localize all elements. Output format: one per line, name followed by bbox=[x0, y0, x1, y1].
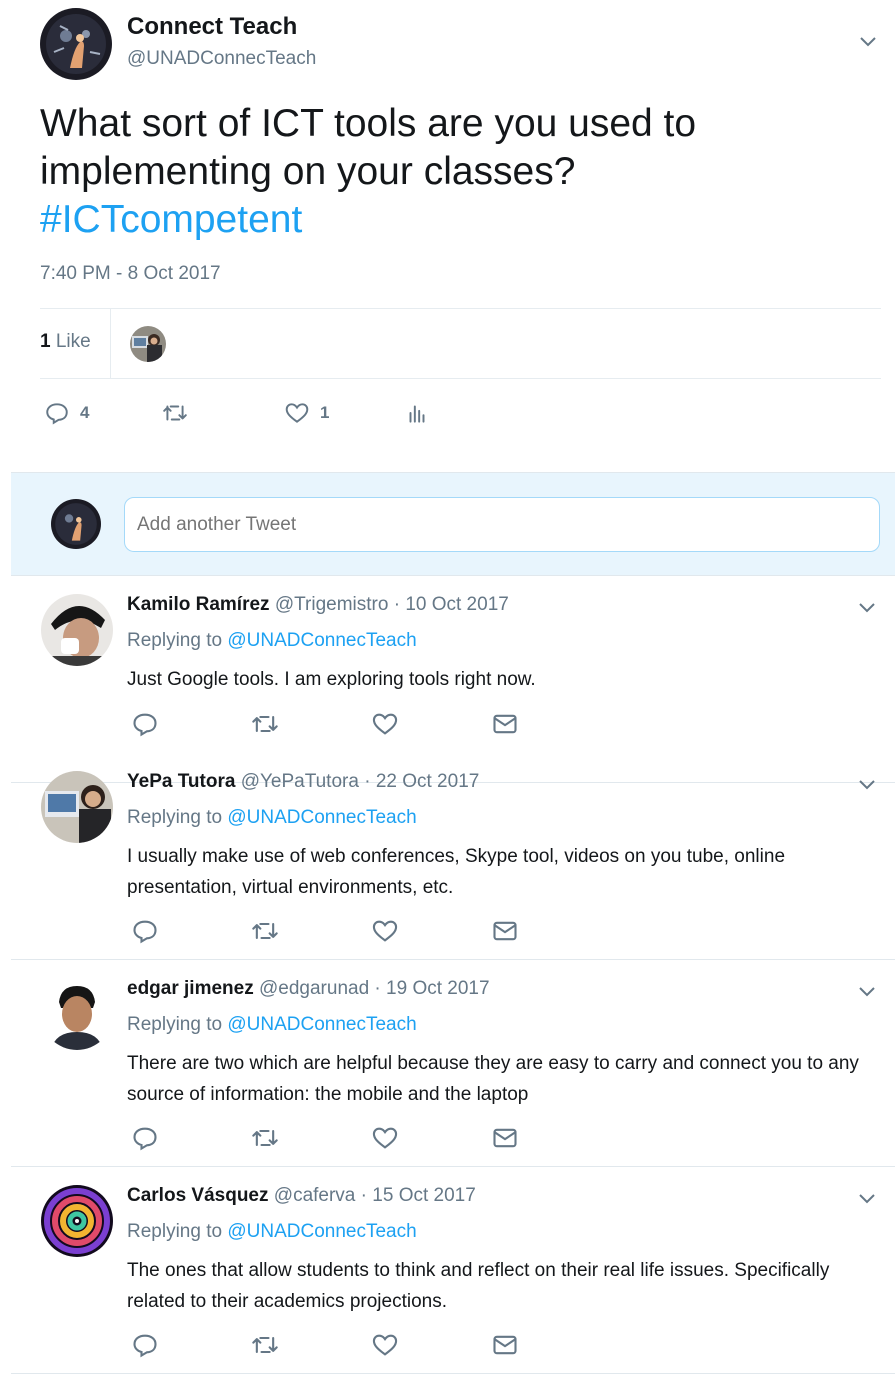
reply-avatar[interactable] bbox=[41, 771, 113, 843]
replying-to: Replying to @UNADConnecTeach bbox=[127, 630, 417, 652]
replying-prefix: Replying to bbox=[127, 1221, 228, 1242]
retweet-icon[interactable] bbox=[251, 1124, 279, 1152]
reply-text: I usually make use of web conferences, S… bbox=[127, 846, 786, 898]
likes-label: Like bbox=[50, 331, 91, 352]
stats-divider bbox=[110, 309, 111, 379]
liker-avatar[interactable] bbox=[130, 326, 166, 362]
chevron-down-icon[interactable] bbox=[858, 986, 876, 998]
reply-icon[interactable] bbox=[131, 710, 159, 738]
direct-message-icon[interactable] bbox=[491, 710, 519, 738]
reply-header: YePa Tutora @YePaTutora · 22 Oct 2017 bbox=[127, 771, 479, 793]
replying-prefix: Replying to bbox=[127, 630, 228, 651]
retweet-icon[interactable] bbox=[251, 1331, 279, 1359]
reply-date[interactable]: 10 Oct 2017 bbox=[405, 594, 509, 615]
author-handle[interactable]: @UNADConnecTeach bbox=[127, 48, 316, 70]
reply-text: Just Google tools. I am exploring tools … bbox=[127, 669, 536, 690]
tweet-stats: 1 Like bbox=[40, 308, 881, 379]
compose-area bbox=[11, 472, 895, 576]
reply-author-name[interactable]: Carlos Vásquez bbox=[127, 1185, 269, 1206]
retweet-icon bbox=[163, 405, 187, 421]
replying-to: Replying to @UNADConnecTeach bbox=[127, 1014, 417, 1036]
separator-dot: · bbox=[358, 771, 376, 792]
hashtag-link[interactable]: #ICTcompetent bbox=[40, 196, 840, 244]
reply-tweet[interactable]: Carlos Vásquez @caferva · 15 Oct 2017 Re… bbox=[11, 1167, 895, 1374]
replying-prefix: Replying to bbox=[127, 807, 228, 828]
separator-dot: · bbox=[388, 594, 406, 615]
like-action[interactable]: 1 bbox=[284, 395, 329, 431]
replying-to: Replying to @UNADConnecTeach bbox=[127, 807, 417, 829]
reply-count: 4 bbox=[80, 403, 90, 422]
reply-author-name[interactable]: Kamilo Ramírez bbox=[127, 594, 270, 615]
reply-text: There are two which are helpful because … bbox=[127, 1053, 859, 1105]
likes-number: 1 bbox=[40, 331, 51, 352]
mention-link[interactable]: @UNADConnecTeach bbox=[227, 1221, 416, 1242]
reply-tweet[interactable]: YePa Tutora @YePaTutora · 22 Oct 2017 Re… bbox=[11, 753, 895, 960]
replying-to: Replying to @UNADConnecTeach bbox=[127, 1221, 417, 1243]
like-icon[interactable] bbox=[371, 917, 399, 945]
reply-header: Carlos Vásquez @caferva · 15 Oct 2017 bbox=[127, 1185, 476, 1207]
separator-dot: · bbox=[369, 978, 387, 999]
like-icon[interactable] bbox=[371, 710, 399, 738]
main-tweet: Connect Teach @UNADConnecTeach What sort… bbox=[0, 0, 895, 472]
reply-icon[interactable] bbox=[131, 917, 159, 945]
reply-header: Kamilo Ramírez @Trigemistro · 10 Oct 201… bbox=[127, 594, 509, 616]
chevron-down-icon[interactable] bbox=[858, 1193, 876, 1205]
author-avatar[interactable] bbox=[40, 8, 112, 80]
direct-message-icon[interactable] bbox=[491, 917, 519, 945]
tweet-body: What sort of ICT tools are you used to i… bbox=[40, 102, 697, 193]
tweet-timestamp[interactable]: 7:40 PM - 8 Oct 2017 bbox=[40, 263, 221, 285]
reply-tweet[interactable]: edgar jimenez @edgarunad · 19 Oct 2017 R… bbox=[11, 960, 895, 1167]
direct-message-icon[interactable] bbox=[491, 1331, 519, 1359]
reply-text: The ones that allow students to think an… bbox=[127, 1260, 830, 1312]
analytics-action[interactable] bbox=[404, 395, 430, 431]
mention-link[interactable]: @UNADConnecTeach bbox=[227, 807, 416, 828]
reply-header: edgar jimenez @edgarunad · 19 Oct 2017 bbox=[127, 978, 490, 1000]
mention-link[interactable]: @UNADConnecTeach bbox=[227, 630, 416, 651]
reply-tweet[interactable]: Kamilo Ramírez @Trigemistro · 10 Oct 201… bbox=[11, 576, 895, 783]
reply-author-name[interactable]: edgar jimenez bbox=[127, 978, 254, 999]
mention-link[interactable]: @UNADConnecTeach bbox=[227, 1014, 416, 1035]
like-icon[interactable] bbox=[371, 1331, 399, 1359]
reply-icon[interactable] bbox=[131, 1331, 159, 1359]
author-name[interactable]: Connect Teach bbox=[127, 13, 297, 41]
reply-icon bbox=[46, 403, 68, 425]
reply-date[interactable]: 22 Oct 2017 bbox=[376, 771, 480, 792]
retweet-icon[interactable] bbox=[251, 917, 279, 945]
direct-message-icon[interactable] bbox=[491, 1124, 519, 1152]
separator-dot: · bbox=[355, 1185, 373, 1206]
tweet-text: What sort of ICT tools are you used to i… bbox=[40, 100, 840, 244]
likes-count[interactable]: 1 Like bbox=[40, 331, 91, 353]
reply-date[interactable]: 15 Oct 2017 bbox=[372, 1185, 476, 1206]
reply-date[interactable]: 19 Oct 2017 bbox=[386, 978, 490, 999]
like-count: 1 bbox=[320, 403, 330, 422]
compose-input[interactable] bbox=[124, 497, 880, 552]
retweet-action[interactable] bbox=[162, 395, 188, 431]
chevron-down-icon[interactable] bbox=[858, 779, 876, 791]
retweet-icon[interactable] bbox=[251, 710, 279, 738]
replying-prefix: Replying to bbox=[127, 1014, 228, 1035]
user-avatar[interactable] bbox=[51, 499, 101, 549]
reply-author-handle[interactable]: @caferva bbox=[274, 1185, 356, 1206]
reply-avatar[interactable] bbox=[41, 1185, 113, 1257]
reply-action[interactable]: 4 bbox=[44, 395, 89, 431]
analytics-icon bbox=[409, 405, 425, 423]
reply-icon[interactable] bbox=[131, 1124, 159, 1152]
like-icon bbox=[285, 403, 309, 423]
like-icon[interactable] bbox=[371, 1124, 399, 1152]
reply-author-handle[interactable]: @edgarunad bbox=[259, 978, 369, 999]
reply-author-name[interactable]: YePa Tutora bbox=[127, 771, 235, 792]
reply-avatar[interactable] bbox=[41, 978, 113, 1050]
reply-author-handle[interactable]: @Trigemistro bbox=[275, 594, 389, 615]
reply-avatar[interactable] bbox=[41, 594, 113, 666]
chevron-down-icon[interactable] bbox=[858, 602, 876, 614]
reply-author-handle[interactable]: @YePaTutora bbox=[241, 771, 359, 792]
chevron-down-icon[interactable] bbox=[859, 36, 877, 48]
